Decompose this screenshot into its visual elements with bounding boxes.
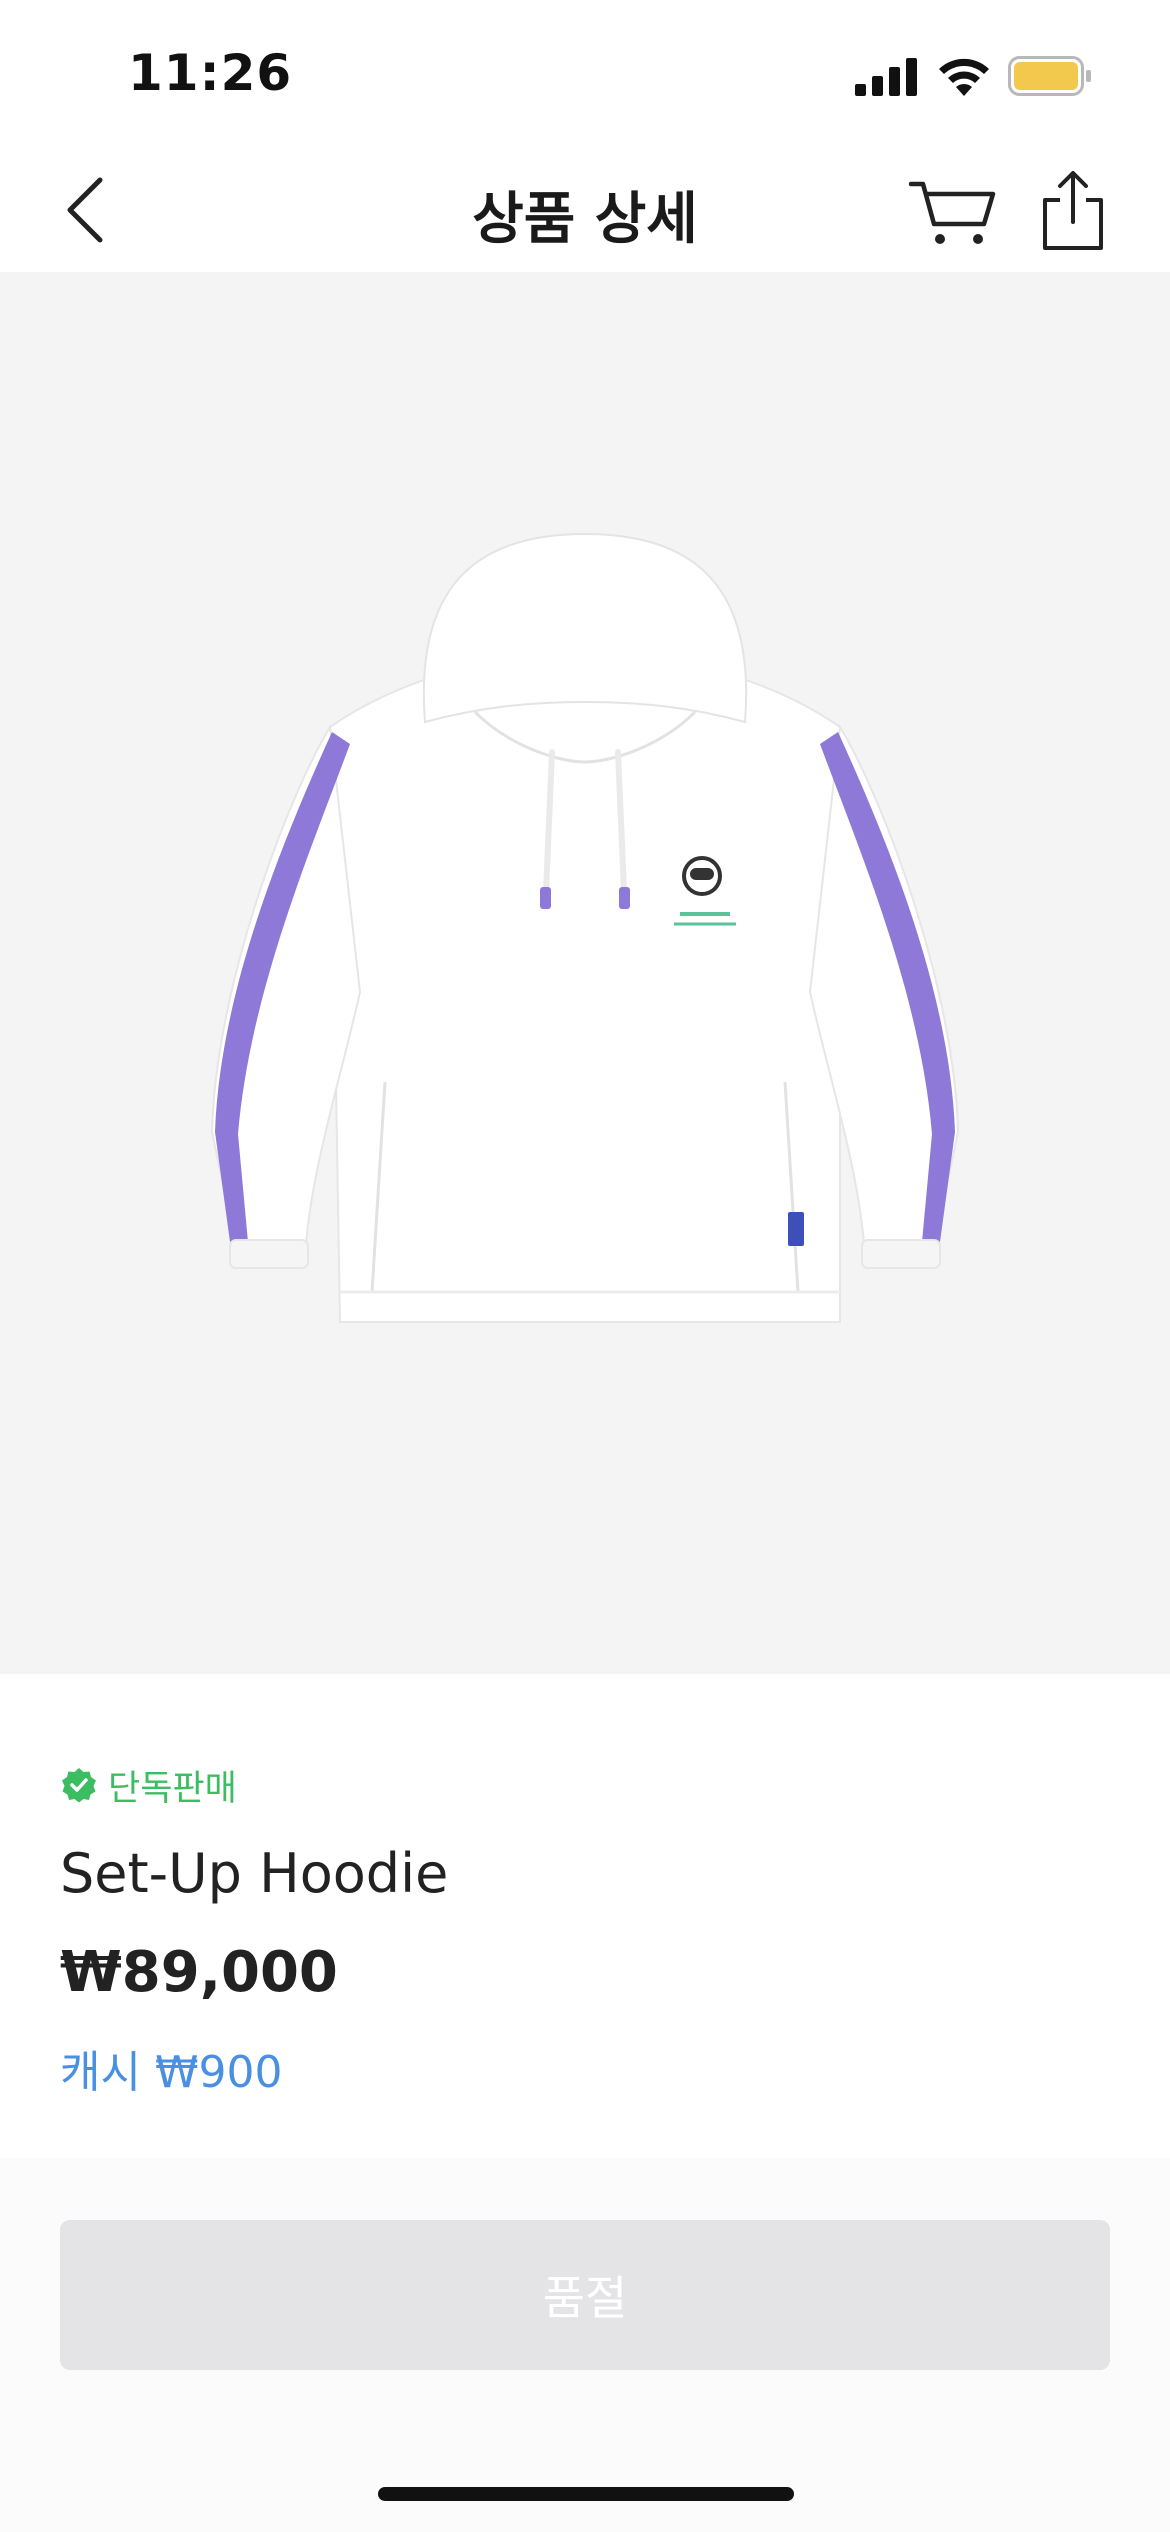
product-name: Set-Up Hoodie xyxy=(60,1842,449,1905)
back-chevron-icon[interactable] xyxy=(56,170,116,250)
share-icon[interactable] xyxy=(1040,170,1106,252)
product-image[interactable] xyxy=(0,272,1170,1674)
badge-label: 단독판매 xyxy=(108,1768,237,1809)
exclusive-badge: 단독판매 xyxy=(60,1760,237,1810)
battery-icon xyxy=(1008,56,1091,96)
home-indicator[interactable] xyxy=(378,2487,794,2501)
product-price: ₩89,000 xyxy=(60,1940,338,2005)
bottom-action-bar: 품절 xyxy=(0,2158,1170,2532)
signal-icon xyxy=(855,58,917,96)
status-bar: 11:26 xyxy=(0,0,1170,150)
hoodie-image xyxy=(210,532,960,1323)
wifi-icon xyxy=(939,58,989,96)
status-time: 11:26 xyxy=(128,44,293,102)
cart-icon[interactable] xyxy=(908,174,996,250)
verified-check-icon xyxy=(62,1768,96,1803)
sold-out-button[interactable]: 품절 xyxy=(60,2220,1110,2370)
cash-reward: 캐시 ₩900 xyxy=(60,2047,283,2098)
nav-bar: 상품 상세 xyxy=(0,150,1170,272)
